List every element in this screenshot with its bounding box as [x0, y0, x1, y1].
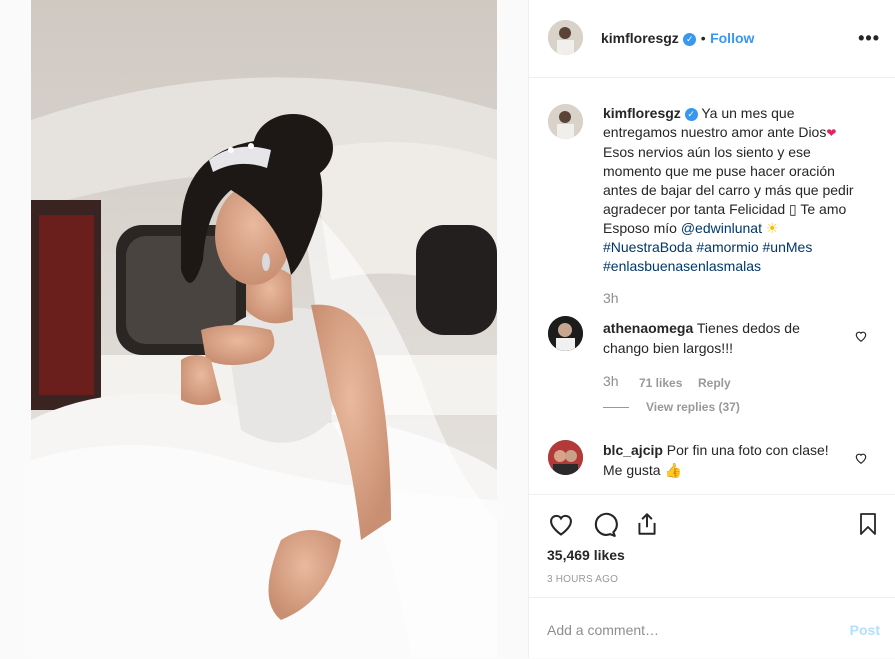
avatar-image	[548, 104, 583, 139]
post-photo[interactable]	[31, 0, 497, 658]
comment-like-heart-icon[interactable]	[854, 451, 868, 465]
comment-time[interactable]: 3h	[603, 373, 619, 389]
sun-emoji: ☀	[765, 220, 779, 236]
reply-button[interactable]: Reply	[698, 376, 731, 390]
action-bar: 35,469 likes 3 HOURS AGO	[529, 494, 895, 598]
header-user-row: kimfloresgz ✓ • Follow	[601, 30, 754, 48]
hashtags[interactable]: #NuestraBoda #amormio #unMes #enlasbuena…	[603, 239, 812, 274]
mention-link[interactable]: @edwinlunat	[681, 220, 762, 236]
add-comment-bar: Add a comment… Post	[529, 597, 895, 659]
bookmark-icon[interactable]	[856, 510, 880, 538]
header-separator: •	[700, 30, 706, 46]
photo-column	[0, 0, 528, 658]
view-replies-line	[603, 407, 629, 408]
author-avatar[interactable]	[548, 20, 583, 55]
post-timestamp[interactable]: 3 HOURS AGO	[547, 574, 618, 585]
comment-like-heart-icon[interactable]	[854, 329, 868, 343]
post-comment-button[interactable]: Post	[850, 622, 880, 638]
post-caption: kimfloresgz ✓ Ya un mes que entregamos n…	[603, 104, 865, 276]
likes-count[interactable]: 35,469 likes	[547, 547, 625, 563]
verified-badge-icon: ✓	[684, 108, 698, 121]
avatar-image	[548, 440, 583, 475]
heart-icon[interactable]	[547, 510, 575, 538]
avatar-image	[548, 20, 583, 55]
more-options-icon[interactable]: •••	[858, 28, 880, 49]
share-icon[interactable]	[634, 510, 660, 538]
verified-badge-icon: ✓	[683, 33, 697, 46]
heart-emoji: ❤	[826, 126, 837, 140]
comments-section[interactable]: kimfloresgz ✓ Ya un mes que entregamos n…	[529, 78, 895, 494]
post-header: kimfloresgz ✓ • Follow •••	[529, 0, 895, 78]
thumbs-up-emoji: 👍	[664, 462, 682, 478]
view-replies-button[interactable]: View replies (37)	[646, 400, 740, 414]
bride-photo-illustration	[31, 0, 497, 658]
author-username[interactable]: kimfloresgz	[601, 30, 679, 46]
comment-avatar[interactable]	[548, 440, 583, 475]
missing-glyph: ▯	[789, 201, 797, 217]
caption-avatar[interactable]	[548, 104, 583, 139]
comment-likes[interactable]: 71 likes	[639, 376, 682, 390]
caption-username[interactable]: kimfloresgz	[603, 105, 681, 121]
caption-time[interactable]: 3h	[603, 290, 619, 306]
comment-avatar[interactable]	[548, 316, 583, 351]
avatar-image	[548, 316, 583, 351]
comment-icon[interactable]	[590, 510, 618, 538]
comment-text: athenaomega Tienes dedos de chango bien …	[603, 318, 843, 358]
post-sidebar: kimfloresgz ✓ • Follow ••• kimfloresgz ✓…	[528, 0, 895, 658]
comment-input[interactable]: Add a comment…	[547, 622, 659, 638]
comment-username[interactable]: athenaomega	[603, 320, 693, 336]
comment-username[interactable]: blc_ajcip	[603, 442, 663, 458]
comment-text: blc_ajcip Por fin una foto con clase! Me…	[603, 440, 843, 480]
follow-button[interactable]: Follow	[710, 30, 754, 46]
